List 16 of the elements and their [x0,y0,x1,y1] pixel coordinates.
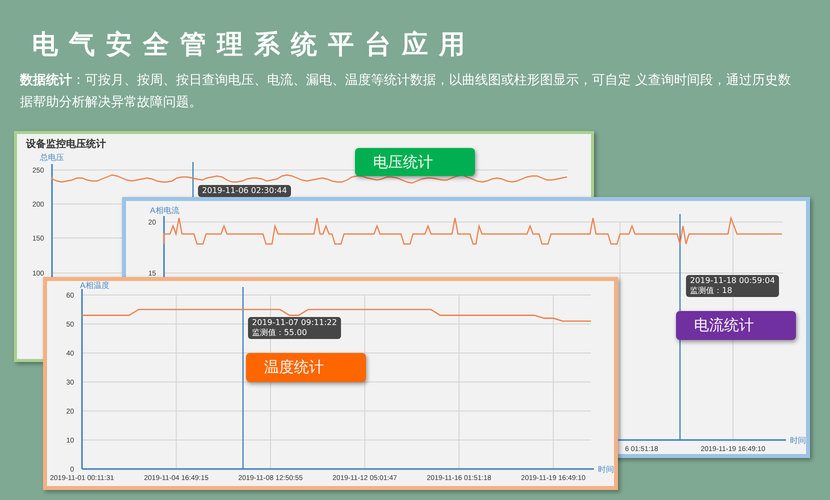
tooltip-time: 2019-11-07 09:11:22 [252,318,337,328]
page-title: 电气安全管理系统平台应用 [32,29,476,62]
tooltip-time: 2019-11-06 02:30:44 [202,186,287,196]
axis-title: 总电压 [40,153,64,162]
chart-label: 电压统计 [355,148,475,176]
chart-title: 设备监控电压统计 [26,138,106,151]
chart-label: 温度统计 [246,353,366,382]
axis-title: A相电流 [150,206,180,215]
axis-title: 时间 [790,436,806,445]
chart-label: 电流统计 [676,311,796,340]
axis-title: 时间 [598,465,614,474]
axis-title: A相温度 [80,281,110,290]
tooltip-value: 监测值：55.00 [252,328,308,338]
tooltip-value: 监测值：18 [690,286,734,296]
tooltip-time: 2019-11-18 00:59:04 [690,276,775,286]
description-text: 数据统计：可按月、按周、按日查询电压、电流、漏电、温度等统计数据，以曲线图或柱形图显示，可自定 义查询时间段，通过历史数据帮助分析解决异常故障问题。 [20,72,792,112]
